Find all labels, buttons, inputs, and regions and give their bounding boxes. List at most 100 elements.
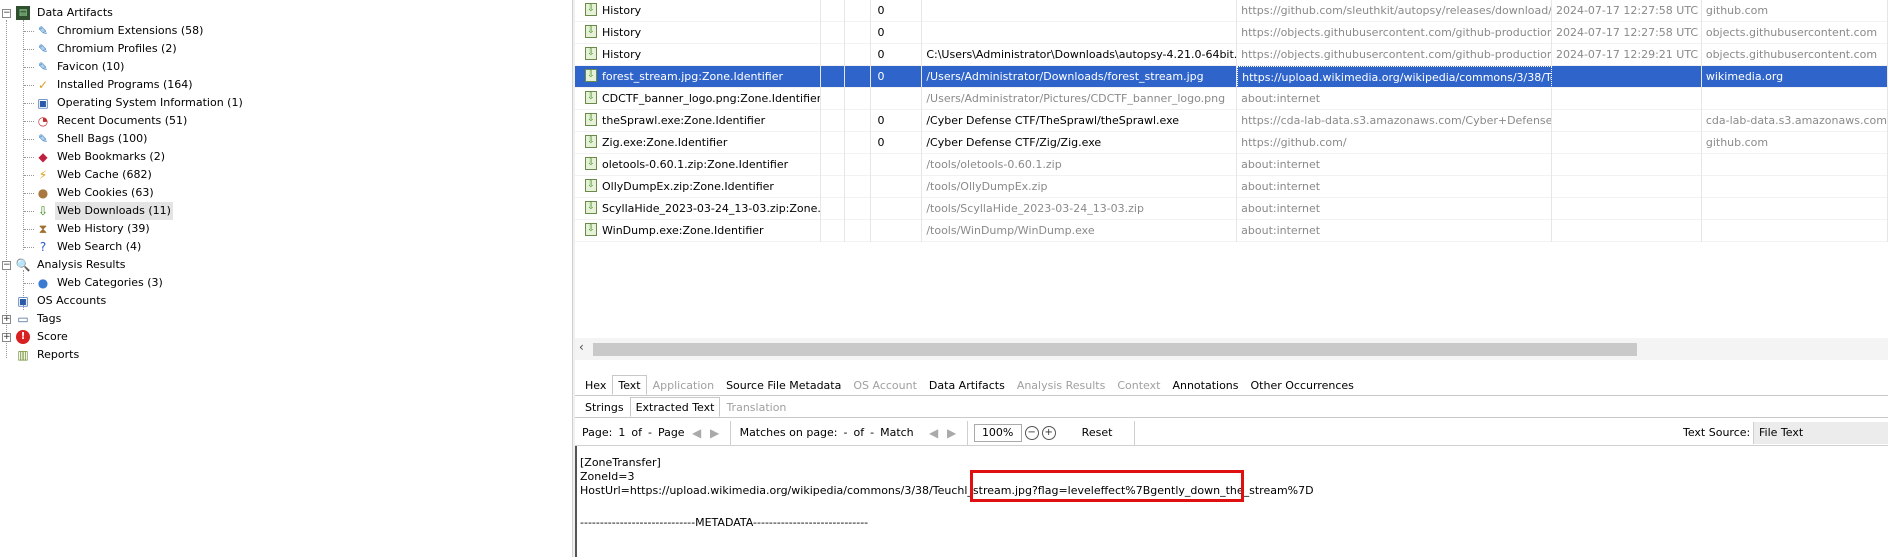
scrollbar-thumb[interactable] xyxy=(593,343,1637,356)
tree-node-web-categories[interactable]: ● Web Categories (3) xyxy=(36,274,165,292)
domain-cell: cda-lab-data.s3.amazonaws.com xyxy=(1702,109,1888,132)
tree-guide-line xyxy=(24,211,34,212)
domain-cell xyxy=(1702,175,1888,198)
date-cell xyxy=(1552,131,1702,154)
tab-source-file-metadata[interactable]: Source File Metadata xyxy=(720,375,847,395)
domain-cell xyxy=(1702,87,1888,110)
tree-node-artifact[interactable]: ▣ Operating System Information (1) xyxy=(36,94,245,112)
puzzle-icon: ✎ xyxy=(37,42,49,56)
tab-data-artifacts[interactable]: Data Artifacts xyxy=(923,375,1011,395)
expand-toggle[interactable]: + xyxy=(2,315,11,324)
tree-guide-line xyxy=(24,193,34,194)
tab-application[interactable]: Application xyxy=(647,375,720,395)
subtab-strings[interactable]: Strings xyxy=(579,397,630,417)
tree-node-artifact[interactable]: ✎ Chromium Profiles (2) xyxy=(36,40,179,58)
tree-node-artifact[interactable]: ✎ Favicon (10) xyxy=(36,58,126,76)
collapse-toggle[interactable]: − xyxy=(2,261,11,270)
zoom-in-icon[interactable]: + xyxy=(1041,425,1056,440)
status-cell xyxy=(821,65,845,88)
tree-guide-line xyxy=(24,139,34,140)
tree-guide-line xyxy=(24,85,34,86)
tree-node-score[interactable]: ! Score xyxy=(16,328,70,346)
next-page-icon[interactable]: ▶ xyxy=(706,424,724,442)
tab-os-account[interactable]: OS Account xyxy=(847,375,923,395)
horizontal-scrollbar[interactable]: ‹ xyxy=(575,338,1888,360)
path-cell xyxy=(922,21,1238,44)
tab-analysis-results[interactable]: Analysis Results xyxy=(1011,375,1112,395)
tab-text[interactable]: Text xyxy=(612,375,647,395)
previous-page-icon[interactable]: ◀ xyxy=(688,424,706,442)
count-cell: 0 xyxy=(871,131,923,154)
tree-node-artifact[interactable]: ? Web Search (4) xyxy=(36,238,143,256)
tree-node-artifact[interactable]: ◆ Web Bookmarks (2) xyxy=(36,148,167,166)
tree-node-artifact[interactable]: ⚡ Web Cache (682) xyxy=(36,166,154,184)
table-row[interactable]: ⇩ History 0 C:\Users\Administrator\Download… xyxy=(575,43,1888,66)
tab-other-occurrences[interactable]: Other Occurrences xyxy=(1245,375,1360,395)
tab-hex[interactable]: Hex xyxy=(579,375,612,395)
domain-cell: objects.githubusercontent.com xyxy=(1702,43,1888,66)
count-cell: 0 xyxy=(871,0,923,22)
date-cell xyxy=(1552,175,1702,198)
tree-node-artifact[interactable]: ⇩ Web Downloads (11) xyxy=(36,202,173,220)
subtab-extracted-text[interactable]: Extracted Text xyxy=(629,397,721,417)
match-word: Match xyxy=(880,426,914,439)
tree-node-artifact[interactable]: ✎ Chromium Extensions (58) xyxy=(36,22,205,40)
zoom-out-icon[interactable]: − xyxy=(1024,425,1039,440)
source-name: theSprawl.exe:Zone.Identifier xyxy=(602,113,766,127)
tree-node-os-accounts[interactable]: ▣ OS Accounts xyxy=(16,292,108,310)
comment-cell xyxy=(845,153,872,176)
source-name: forest_stream.jpg:Zone.Identifier xyxy=(602,69,784,83)
computer-icon: ▣ xyxy=(37,96,49,110)
table-row[interactable]: ⇩ forest_stream.jpg:Zone.Identifier 0/User… xyxy=(575,65,1888,88)
extracted-text-area[interactable]: [ZoneTransfer] ZoneId=3 HostUrl=https://… xyxy=(575,446,1888,557)
tree-node-label: Favicon (10) xyxy=(57,60,125,73)
tree-guide-line xyxy=(24,175,34,176)
tree-node-artifact[interactable]: ✎ Shell Bags (100) xyxy=(36,130,149,148)
count-cell xyxy=(871,175,923,198)
tree-node-artifact[interactable]: ⧗ Web History (39) xyxy=(36,220,152,238)
source-name-cell: ⇩ CDCTF_banner_logo.png:Zone.Identifier xyxy=(575,87,822,110)
toolbar-separator xyxy=(1134,420,1136,445)
tab-annotations[interactable]: Annotations xyxy=(1166,375,1244,395)
table-row[interactable]: ⇩ OllyDumpEx.zip:Zone.Identifier/tools/Ol… xyxy=(575,175,1888,198)
domain-cell xyxy=(1702,219,1888,242)
tree-node-artifact[interactable]: ✓ Installed Programs (164) xyxy=(36,76,195,94)
table-row[interactable]: ⇩ History 0 https://objects.githubuserconte… xyxy=(575,21,1888,44)
table-row[interactable]: ⇩ CDCTF_banner_logo.png:Zone.Identifier/U… xyxy=(575,87,1888,110)
scroll-left-icon[interactable]: ‹ xyxy=(579,340,584,354)
path-cell: /Cyber Defense CTF/Zig/Zig.exe xyxy=(922,131,1238,154)
table-row[interactable]: ⇩ Zig.exe:Zone.Identifier 0/Cyber Defense … xyxy=(575,131,1888,154)
previous-match-icon[interactable]: ◀ xyxy=(925,424,943,442)
tab-context[interactable]: Context xyxy=(1111,375,1166,395)
date-cell xyxy=(1552,219,1702,242)
tree-node-reports[interactable]: ▥ Reports xyxy=(16,346,81,364)
download-file-icon: ⇩ xyxy=(585,179,597,192)
table-row[interactable]: ⇩ theSprawl.exe:Zone.Identifier 0/Cyber De… xyxy=(575,109,1888,132)
tree-guide-line xyxy=(24,247,34,248)
subtab-translation[interactable]: Translation xyxy=(720,397,792,417)
path-cell: C:\Users\Administrator\Downloads\autopsy… xyxy=(922,43,1238,66)
count-cell xyxy=(871,87,923,110)
tree-node-label: Web Search (4) xyxy=(57,240,142,253)
table-row[interactable]: ⇩ ScyllaHide_2023-03-24_13-03.zip:Zone.Id… xyxy=(575,197,1888,220)
table-row[interactable]: ⇩ History 0 https://github.com/sleuthkit/au… xyxy=(575,0,1888,22)
comment-cell xyxy=(845,0,872,22)
tree-node-data-artifacts[interactable]: ▤ Data Artifacts xyxy=(16,4,115,22)
tree-node-artifact[interactable]: ● Web Cookies (63) xyxy=(36,184,156,202)
source-name-cell: ⇩ History xyxy=(575,21,822,44)
reset-button[interactable]: Reset xyxy=(1066,426,1129,439)
tree-node-tags[interactable]: ▭ Tags xyxy=(16,310,63,328)
collapse-toggle[interactable]: − xyxy=(2,9,11,18)
next-match-icon[interactable]: ▶ xyxy=(943,424,961,442)
table-row[interactable]: ⇩ WinDump.exe:Zone.Identifier/tools/WinDu… xyxy=(575,219,1888,242)
expand-toggle[interactable]: + xyxy=(2,333,11,342)
text-source-select[interactable]: File Text xyxy=(1753,422,1888,444)
page-word: Page xyxy=(657,426,685,439)
tree-node-analysis-results[interactable]: 🔍 Analysis Results xyxy=(16,256,128,274)
tree-node-artifact[interactable]: ◔ Recent Documents (51) xyxy=(36,112,189,130)
table-row[interactable]: ⇩ oletools-0.60.1.zip:Zone.Identifier/too… xyxy=(575,153,1888,176)
comment-cell xyxy=(845,109,872,132)
zoom-input[interactable]: 100% xyxy=(973,423,1022,442)
download-file-icon: ⇩ xyxy=(585,25,597,38)
status-cell xyxy=(821,175,845,198)
